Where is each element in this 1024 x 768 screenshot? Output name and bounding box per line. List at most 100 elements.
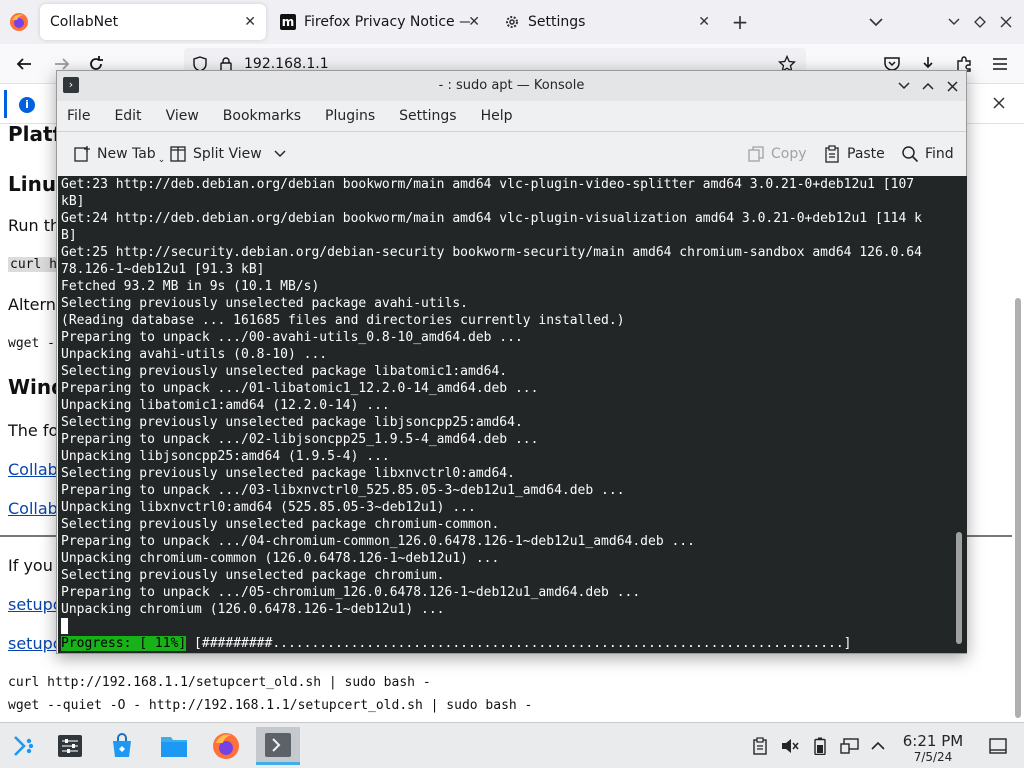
tab-title: CollabNet (50, 14, 119, 30)
page-link-setup-1[interactable]: setupc (8, 595, 62, 614)
tab-close-icon[interactable]: ✕ (244, 14, 256, 30)
back-arrow-icon[interactable] (12, 52, 36, 76)
konsole-titlebar[interactable]: › - : sudo apt — Konsole (57, 71, 966, 101)
page-link-collab-1[interactable]: Collab (8, 460, 58, 479)
new-tab-button[interactable]: + (728, 10, 752, 34)
paste-clipboard-icon (823, 145, 841, 163)
terminal-line: Unpacking libxnvctrl0:amd64 (525.85.05-3… (61, 500, 476, 515)
copy-button[interactable]: Copy (747, 142, 807, 166)
terminal-output[interactable]: Get:23 http://deb.debian.org/debian book… (58, 176, 967, 653)
terminal-line: Preparing to unpack .../04-chromium-comm… (61, 534, 695, 549)
tab-close-icon[interactable]: ✕ (468, 14, 480, 30)
konsole-window: › - : sudo apt — Konsole File Edit View … (56, 70, 967, 654)
tray-expand-icon[interactable] (868, 736, 888, 756)
terminal-line: B] (61, 228, 77, 243)
minimize-chevron-down-icon[interactable] (894, 76, 914, 96)
terminal-line: Preparing to unpack .../03-libxnvctrl0_5… (61, 483, 625, 498)
split-view-button[interactable]: Split View (169, 142, 286, 166)
menu-bookmarks[interactable]: Bookmarks (215, 108, 309, 124)
page-link-collab-2[interactable]: Collab (8, 499, 58, 518)
terminal-line: Selecting previously unselected package … (61, 466, 515, 481)
split-view-label: Split View (193, 146, 262, 162)
close-icon[interactable] (942, 76, 962, 96)
terminal-line: Selecting previously unselected package … (61, 415, 523, 430)
menu-edit[interactable]: Edit (106, 108, 149, 124)
tab-close-icon[interactable]: ✕ (698, 14, 710, 30)
paste-button[interactable]: Paste (823, 142, 885, 166)
split-view-chevron-down-icon[interactable] (274, 146, 286, 162)
show-desktop-icon[interactable] (988, 736, 1008, 756)
menu-help[interactable]: Help (473, 108, 521, 124)
volume-muted-icon[interactable] (780, 736, 800, 756)
new-tab-button[interactable]: New Tab ⌄ (73, 142, 165, 166)
terminal-progress-line: Progress: [ 11%] [#########.............… (61, 635, 946, 652)
firefox-tab-bar: CollabNet ✕ m Firefox Privacy Notice — M… (0, 0, 1024, 44)
page-scrollbar[interactable] (1014, 130, 1022, 720)
network-icon[interactable] (840, 736, 860, 756)
terminal-lines: Get:23 http://deb.debian.org/debian book… (61, 176, 946, 652)
window-minimize-chevron-down-icon[interactable] (942, 10, 966, 34)
page-code-wget-old: wget --quiet -O - http://192.168.1.1/set… (8, 698, 533, 713)
terminal-line: Get:25 http://security.debian.org/debian… (61, 245, 922, 260)
menu-view[interactable]: View (158, 108, 207, 124)
new-tab-dropdown-icon[interactable]: ⌄ (158, 155, 166, 165)
paste-label: Paste (847, 146, 885, 162)
page-code-curl-old: curl http://192.168.1.1/setupcert_old.sh… (8, 675, 431, 690)
terminal-line: Selecting previously unselected package … (61, 364, 508, 379)
tab-settings[interactable]: Settings ✕ (494, 4, 720, 40)
copy-label: Copy (771, 146, 807, 162)
terminal-scrollbar[interactable] (954, 176, 964, 653)
terminal-line: (Reading database ... 161685 files and d… (61, 313, 625, 328)
konsole-toolbar: New Tab ⌄ Split View Copy Paste Find (57, 131, 966, 175)
clock-time[interactable]: 6:21 PM (896, 732, 970, 750)
konsole-icon[interactable] (256, 727, 300, 765)
new-tab-label: New Tab (97, 146, 156, 162)
terminal-line: Fetched 93.2 MB in 9s (10.1 MB/s) (61, 279, 320, 294)
discover-store-icon[interactable] (100, 727, 144, 765)
progress-bar-text: [#########..............................… (186, 636, 852, 651)
page-text-if-you: If you (8, 556, 53, 575)
system-settings-icon[interactable] (48, 727, 92, 765)
gear-icon (504, 14, 520, 30)
terminal-line: Get:23 http://deb.debian.org/debian book… (61, 177, 915, 192)
page-scrollbar-thumb[interactable] (1015, 298, 1021, 718)
window-maximize-diamond-icon[interactable] (968, 10, 992, 34)
page-code-wget: wget -- (8, 336, 63, 351)
terminal-line: Unpacking libjsoncpp25:amd64 (1.9.5-4) .… (61, 449, 390, 464)
window-close-icon[interactable] (994, 10, 1018, 34)
notification-close-icon[interactable] (992, 96, 1006, 114)
terminal-line: Selecting previously unselected package … (61, 568, 445, 583)
firefox-view-icon[interactable] (8, 11, 30, 33)
menu-plugins[interactable]: Plugins (317, 108, 383, 124)
tab-title: Settings (528, 14, 586, 30)
tab-collabnet[interactable]: CollabNet ✕ (40, 4, 266, 40)
application-launcher-icon[interactable] (2, 727, 46, 765)
tab-title: Firefox Privacy Notice — M (304, 14, 470, 30)
hamburger-menu-icon[interactable] (988, 52, 1012, 76)
page-link-setup-2[interactable]: setupc (8, 634, 62, 653)
split-view-icon (169, 145, 187, 163)
maximize-chevron-up-icon[interactable] (918, 76, 938, 96)
copy-icon (747, 145, 765, 163)
new-tab-icon (73, 145, 91, 163)
clipboard-icon[interactable] (750, 736, 770, 756)
dolphin-files-icon[interactable] (152, 727, 196, 765)
terminal-line: Preparing to unpack .../00-avahi-utils_0… (61, 330, 523, 345)
page-text-alternative: Altern (8, 295, 56, 314)
mozilla-m-icon: m (280, 14, 296, 30)
clock-date[interactable]: 7/5/24 (896, 750, 970, 764)
find-button[interactable]: Find (901, 142, 954, 166)
firefox-icon[interactable] (204, 727, 248, 765)
menu-file[interactable]: File (59, 108, 98, 124)
find-label: Find (925, 146, 954, 162)
window-title: - : sudo apt — Konsole (438, 78, 585, 93)
terminal-scrollbar-thumb[interactable] (956, 532, 962, 644)
terminal-line: 78.126-1~deb12u1 [91.3 kB] (61, 262, 265, 277)
tab-firefox-privacy-notice[interactable]: m Firefox Privacy Notice — M ✕ (270, 4, 490, 40)
terminal-line: Selecting previously unselected package … (61, 296, 468, 311)
terminal-line: Preparing to unpack .../02-libjsoncpp25_… (61, 432, 539, 447)
list-all-tabs-chevron-down-icon[interactable] (864, 10, 888, 34)
battery-icon[interactable] (810, 736, 830, 756)
menu-settings[interactable]: Settings (391, 108, 464, 124)
page-text-following: The fo (8, 421, 59, 440)
